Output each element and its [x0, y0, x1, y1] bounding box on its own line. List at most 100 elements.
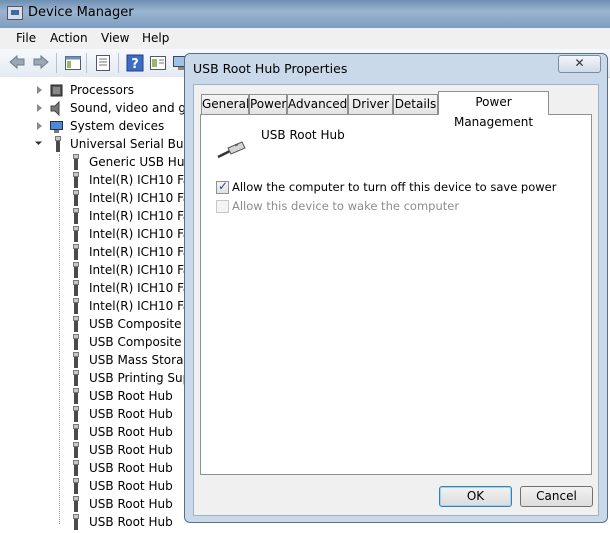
svg-text:?: ?: [131, 57, 139, 72]
menu-view[interactable]: View: [101, 31, 129, 45]
ok-button[interactable]: OK: [439, 486, 512, 507]
title-bar: Device Manager: [0, 0, 610, 28]
usb-icon: [71, 172, 81, 189]
tree-item-label: USB Composite De: [89, 317, 185, 331]
tree-item-usb-device[interactable]: Intel(R) ICH10 Fam: [0, 298, 185, 316]
usb-icon: [71, 334, 81, 351]
allow-wake-label: Allow this device to wake the computer: [232, 199, 460, 213]
close-icon: ✕: [574, 56, 585, 70]
tab-general[interactable]: General: [201, 94, 249, 114]
usb-icon: [71, 208, 81, 225]
tree-item-label: USB Mass Storage: [89, 353, 185, 367]
tree-item-label: Intel(R) ICH10 Fam: [89, 245, 185, 259]
tree-item-usb-device[interactable]: Intel(R) ICH10 Fam: [0, 280, 185, 298]
back-arrow-icon[interactable]: [8, 53, 26, 71]
computer-icon: [50, 121, 63, 133]
tree-item-label: Intel(R) ICH10 Fam: [89, 209, 185, 223]
tree-category-sound[interactable]: Sound, video and gan: [0, 100, 185, 118]
tree-item-usb-device[interactable]: Intel(R) ICH10 Fam: [0, 244, 185, 262]
window-title: Device Manager: [28, 5, 134, 20]
usb-icon: [71, 460, 81, 477]
tree-item-label: Intel(R) ICH10 Fam: [89, 299, 185, 313]
menu-file[interactable]: File: [16, 31, 36, 45]
tab-driver[interactable]: Driver: [348, 94, 393, 114]
expand-arrow-icon[interactable]: [37, 104, 42, 112]
view-icon[interactable]: [149, 54, 167, 72]
usb-icon: [71, 226, 81, 243]
tree-item-usb-device[interactable]: USB Root Hub: [0, 460, 185, 478]
tree-item-label: USB Root Hub: [89, 425, 173, 439]
tree-item-label: USB Root Hub: [89, 497, 173, 511]
tree-item-usb-device[interactable]: USB Root Hub: [0, 388, 185, 406]
tree-item-label: Generic USB Hub: [89, 155, 185, 169]
tab-advanced[interactable]: Advanced: [287, 94, 348, 114]
close-button[interactable]: ✕: [558, 55, 601, 73]
usb-icon: [71, 244, 81, 261]
tree-item-usb-device[interactable]: USB Mass Storage: [0, 352, 185, 370]
allow-wake-checkbox[interactable]: [216, 200, 229, 213]
tree-category-system-devices[interactable]: System devices: [0, 118, 185, 136]
tree-item-usb-device[interactable]: Intel(R) ICH10 Fam: [0, 172, 185, 190]
tree-item-label: USB Root Hub: [89, 515, 173, 529]
tree-item-usb-device[interactable]: Intel(R) ICH10 Fam: [0, 262, 185, 280]
tree-item-usb-device[interactable]: USB Composite De: [0, 316, 185, 334]
menu-action[interactable]: Action: [50, 31, 88, 45]
forward-arrow-icon[interactable]: [32, 53, 50, 71]
tree-category-label: Sound, video and gan: [70, 101, 185, 115]
expand-arrow-icon[interactable]: [37, 86, 42, 94]
tree-item-usb-device[interactable]: Intel(R) ICH10 Fam: [0, 190, 185, 208]
power-management-panel: USB Root Hub Allow the computer to turn …: [200, 114, 592, 475]
usb-cable-icon: [217, 141, 246, 159]
allow-turn-off-checkbox[interactable]: [216, 179, 229, 194]
properties-icon[interactable]: [94, 54, 112, 72]
tree-item-usb-device[interactable]: USB Composite De: [0, 334, 185, 352]
tree-item-usb-device[interactable]: USB Root Hub: [0, 514, 185, 532]
tree-item-label: USB Root Hub: [89, 443, 173, 457]
dialog-body: General Power Advanced Driver Details Po…: [193, 84, 599, 516]
tree-item-label: USB Root Hub: [89, 389, 173, 403]
tree-item-usb-device[interactable]: USB Printing Supp: [0, 370, 185, 388]
toolbar-separator: [118, 53, 119, 73]
cancel-button[interactable]: Cancel: [520, 486, 593, 507]
usb-icon: [71, 352, 81, 369]
usb-icon: [71, 370, 81, 387]
tree-category-label: Processors: [70, 83, 135, 97]
menu-help[interactable]: Help: [142, 31, 169, 45]
usb-icon: [71, 154, 81, 171]
usb-icon: [71, 514, 81, 531]
collapse-arrow-icon[interactable]: [34, 137, 43, 146]
tab-details[interactable]: Details: [393, 94, 438, 114]
tab-power[interactable]: Power: [249, 94, 287, 114]
expand-arrow-icon[interactable]: [37, 122, 42, 130]
tree-item-usb-device[interactable]: Intel(R) ICH10 Fam: [0, 226, 185, 244]
tree-item-usb-device[interactable]: USB Root Hub: [0, 496, 185, 514]
usb-icon: [71, 280, 81, 297]
menu-bar: File Action View Help: [0, 28, 610, 49]
usb-icon: [71, 496, 81, 513]
tree-item-usb-device[interactable]: USB Root Hub: [0, 442, 185, 460]
tree-item-label: Intel(R) ICH10 Fam: [89, 173, 185, 187]
usb-icon: [71, 262, 81, 279]
tree-item-usb-device[interactable]: Generic USB Hub: [0, 154, 185, 172]
console-tree-icon[interactable]: [64, 54, 82, 72]
tab-power-management[interactable]: Power Management: [438, 91, 549, 129]
tree-item-usb-device[interactable]: USB Root Hub: [0, 478, 185, 496]
tree-category-processors[interactable]: Processors: [0, 82, 185, 100]
usb-icon: [53, 136, 63, 153]
allow-turn-off-label: Allow the computer to turn off this devi…: [232, 180, 557, 194]
toolbar-separator: [86, 53, 87, 73]
help-icon[interactable]: ?: [126, 54, 144, 72]
toolbar-separator: [56, 53, 57, 73]
tree-item-label: USB Composite De: [89, 335, 185, 349]
usb-icon: [71, 442, 81, 459]
usb-icon: [71, 298, 81, 315]
dialog-title: USB Root Hub Properties: [193, 61, 348, 76]
tree-category-usb[interactable]: Universal Serial Bus co: [0, 136, 185, 154]
tree-item-usb-device[interactable]: USB Root Hub: [0, 424, 185, 442]
tree-item-label: Intel(R) ICH10 Fam: [89, 281, 185, 295]
tree-item-usb-device[interactable]: USB Root Hub: [0, 406, 185, 424]
tree-item-label: Intel(R) ICH10 Fam: [89, 227, 185, 241]
properties-dialog: USB Root Hub Properties ✕ General Power …: [184, 53, 608, 523]
tree-item-usb-device[interactable]: Intel(R) ICH10 Fam: [0, 208, 185, 226]
processor-icon: [50, 84, 63, 97]
